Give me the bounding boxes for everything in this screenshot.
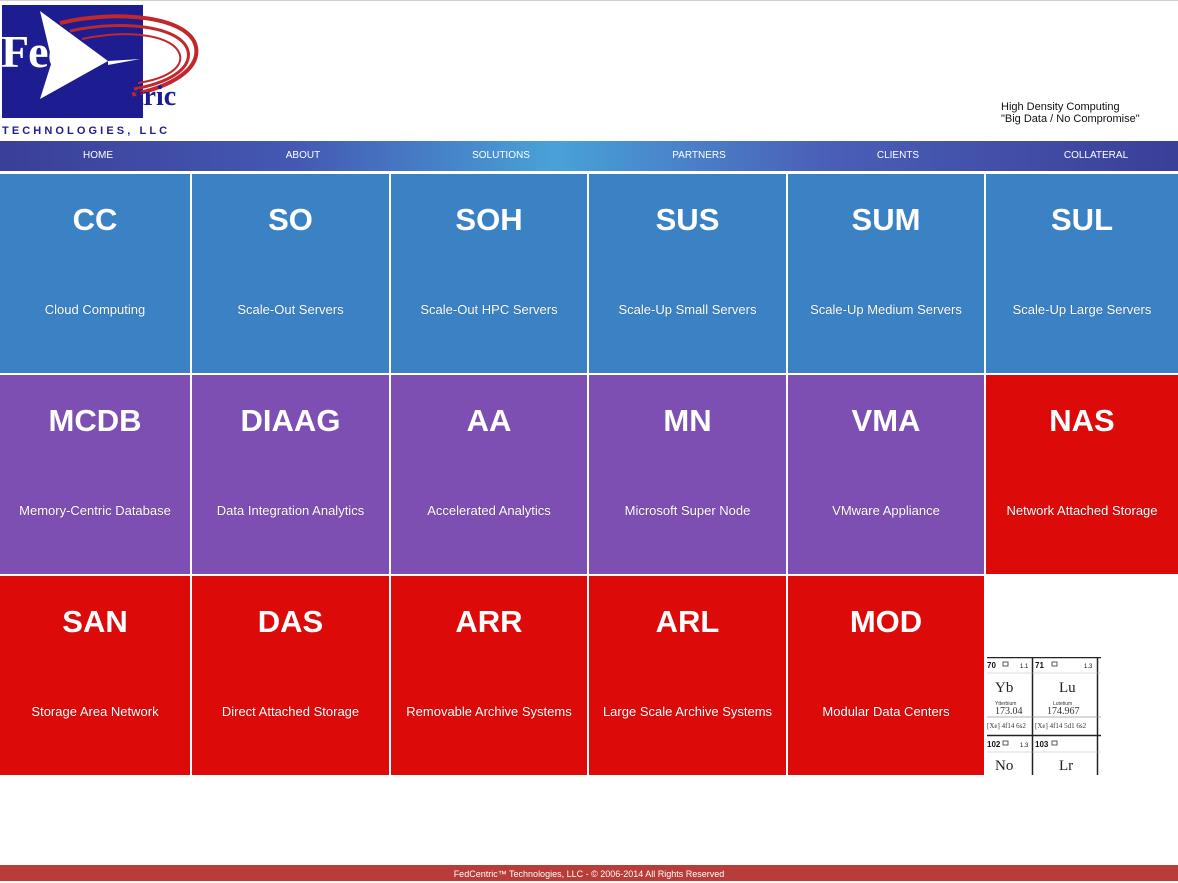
tile-diaag[interactable]: DIAAG Data Integration Analytics — [192, 375, 389, 574]
tile-label: Direct Attached Storage — [221, 704, 360, 719]
tile-label: Memory-Centric Database — [19, 503, 171, 518]
tile-label: Scale-Up Small Servers — [618, 302, 757, 317]
header-tagline: High Density Computing "Big Data / No Co… — [1001, 101, 1140, 125]
tile-abbreviation: CC — [72, 202, 118, 237]
tile-sul[interactable]: SUL Scale-Up Large Servers — [986, 174, 1178, 373]
periodic-symbol-yb: Yb — [995, 680, 1013, 696]
tile-cc[interactable]: CC Cloud Computing — [0, 174, 190, 373]
tile-nas[interactable]: NAS Network Attached Storage — [986, 375, 1178, 574]
tile-label: Microsoft Super Node — [624, 503, 751, 518]
tile-label: Cloud Computing — [44, 302, 146, 317]
tile-abbreviation: VMA — [851, 403, 921, 438]
nav-home[interactable]: HOME — [28, 141, 168, 171]
periodic-valence-yb: 1.1 — [1020, 664, 1029, 670]
tile-mod[interactable]: MOD Modular Data Centers — [788, 576, 984, 775]
tile-mn[interactable]: MN Microsoft Super Node — [589, 375, 786, 574]
periodic-number-103: 103 — [1035, 740, 1049, 749]
tile-abbreviation: ARL — [655, 604, 720, 639]
nav-collateral[interactable]: COLLATERAL — [1026, 141, 1166, 171]
tile-san[interactable]: SAN Storage Area Network — [0, 576, 190, 775]
tile-arl[interactable]: ARL Large Scale Archive Systems — [589, 576, 786, 775]
logo-text-fed: Fed — [1, 26, 73, 77]
tile-label: Storage Area Network — [31, 704, 159, 719]
tile-abbreviation: SUS — [655, 202, 720, 237]
periodic-symbol-lu: Lu — [1059, 680, 1076, 696]
tile-mcdb[interactable]: MCDB Memory-Centric Database — [0, 375, 190, 574]
tile-abbreviation: NAS — [1049, 403, 1115, 438]
nav-clients[interactable]: CLIENTS — [828, 141, 968, 171]
fedcentric-logo[interactable]: Fed Centric TECHNOLOGIES, LLC — [0, 3, 205, 139]
periodic-mass-lu: 174.967 — [1047, 706, 1080, 717]
top-border — [0, 0, 1178, 1]
periodic-config-lu: [Xe] 4f14 5d1 6s2 — [1035, 722, 1087, 730]
tile-vma[interactable]: VMA VMware Appliance — [788, 375, 984, 574]
periodic-number-70: 70 — [987, 661, 996, 670]
tile-label: Large Scale Archive Systems — [602, 704, 773, 719]
tile-label: Modular Data Centers — [822, 704, 950, 719]
tile-label: Scale-Out HPC Servers — [420, 302, 558, 317]
tile-label: Accelerated Analytics — [427, 503, 551, 518]
tagline-line-1: High Density Computing — [1001, 101, 1120, 113]
tile-abbreviation: DAS — [257, 604, 324, 639]
nav-about[interactable]: ABOUT — [233, 141, 373, 171]
main-nav: HOME ABOUT SOLUTIONS PARTNERS CLIENTS CO… — [0, 141, 1178, 171]
tile-abbreviation: DIAAG — [240, 403, 341, 438]
tile-so[interactable]: SO Scale-Out Servers — [192, 174, 389, 373]
periodic-number-102: 102 — [987, 740, 1001, 749]
tile-arr[interactable]: ARR Removable Archive Systems — [391, 576, 587, 775]
periodic-valence-no: 1.3 — [1020, 743, 1029, 749]
tile-abbreviation: MN — [663, 403, 712, 438]
tile-soh[interactable]: SOH Scale-Out HPC Servers — [391, 174, 587, 373]
tile-label: VMware Appliance — [832, 503, 940, 518]
tile-abbreviation: SUL — [1051, 202, 1113, 237]
periodic-number-71: 71 — [1035, 661, 1044, 670]
periodic-config-yb: [Xe] 4f14 6s2 — [987, 722, 1026, 730]
tagline-line-2: "Big Data / No Compromise" — [1001, 113, 1140, 125]
periodic-symbol-lr: Lr — [1059, 758, 1073, 774]
periodic-valence-lu: 1.3 — [1084, 664, 1093, 670]
tile-label: Network Attached Storage — [1006, 503, 1158, 518]
nav-solutions[interactable]: SOLUTIONS — [431, 141, 571, 171]
tile-sum[interactable]: SUM Scale-Up Medium Servers — [788, 174, 984, 373]
tile-aa[interactable]: AA Accelerated Analytics — [391, 375, 587, 574]
tile-abbreviation: SO — [268, 202, 313, 237]
tile-label: Data Integration Analytics — [216, 503, 365, 518]
tile-abbreviation: ARR — [455, 604, 523, 639]
periodic-symbol-no: No — [995, 758, 1013, 774]
periodic-mass-yb: 173.04 — [995, 706, 1023, 717]
periodic-table-image: 70 1.1 71 1.3 102 1.3 103 Yb Lu No Lr Yt… — [987, 657, 1101, 775]
tile-sus[interactable]: SUS Scale-Up Small Servers — [589, 174, 786, 373]
tile-label: Scale-Up Large Servers — [1012, 302, 1152, 317]
tile-abbreviation: SUM — [851, 202, 921, 237]
tile-label: Removable Archive Systems — [406, 704, 572, 719]
tile-label: Scale-Out Servers — [237, 302, 344, 317]
tile-abbreviation: AA — [466, 403, 512, 438]
tile-das[interactable]: DAS Direct Attached Storage — [192, 576, 389, 775]
tile-abbreviation: SAN — [62, 604, 128, 639]
periodic-table-graphic: 70 1.1 71 1.3 102 1.3 103 Yb Lu No Lr Yt… — [987, 657, 1101, 775]
tile-label: Scale-Up Medium Servers — [810, 302, 962, 317]
tile-abbreviation: MOD — [849, 604, 923, 639]
footer-copyright: FedCentric™ Technologies, LLC - © 2006-2… — [0, 865, 1178, 881]
logo-text-technologies: TECHNOLOGIES, LLC — [2, 125, 171, 137]
logo-text-centric: Centric — [86, 81, 177, 112]
tile-abbreviation: SOH — [455, 202, 523, 237]
tile-abbreviation: MCDB — [48, 403, 142, 438]
nav-partners[interactable]: PARTNERS — [629, 141, 769, 171]
